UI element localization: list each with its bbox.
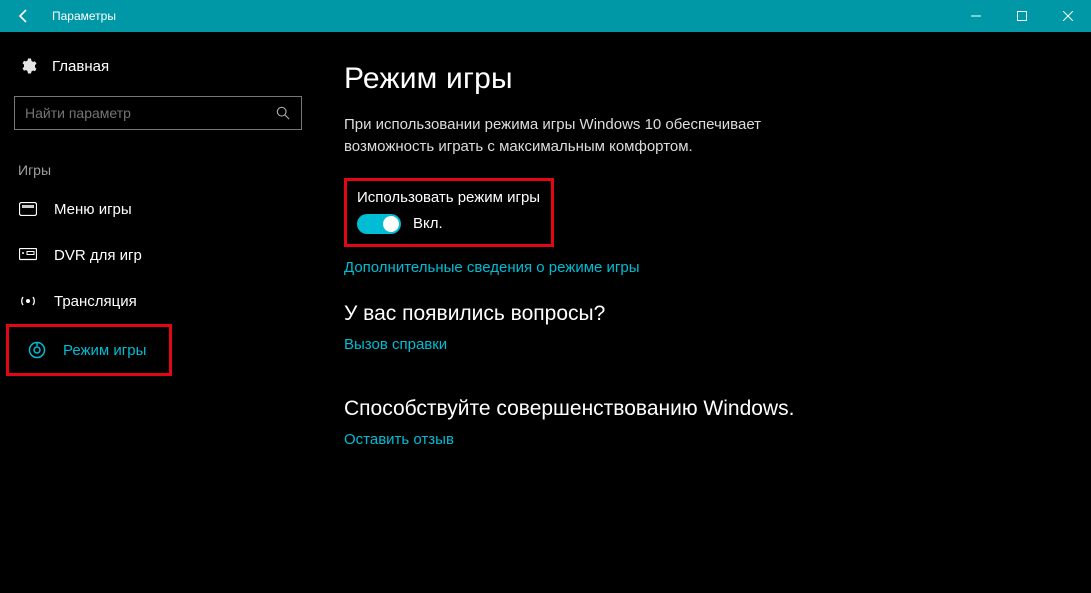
home-link[interactable]: Главная bbox=[0, 56, 320, 90]
arrow-left-icon bbox=[16, 8, 32, 24]
search-input[interactable] bbox=[25, 105, 275, 121]
feedback-heading: Способствуйте совершенствованию Windows. bbox=[344, 397, 1091, 421]
sidebar-item-game-dvr[interactable]: DVR для игр bbox=[0, 232, 320, 278]
close-icon bbox=[1063, 11, 1073, 21]
gear-icon bbox=[18, 56, 38, 76]
learn-more-link[interactable]: Дополнительные сведения о режиме игры bbox=[344, 259, 640, 276]
search-box[interactable] bbox=[14, 96, 302, 130]
maximize-button[interactable] bbox=[999, 0, 1045, 32]
minimize-icon bbox=[971, 11, 981, 21]
game-mode-toggle[interactable] bbox=[357, 214, 401, 234]
back-button[interactable] bbox=[0, 0, 48, 32]
dvr-icon bbox=[18, 245, 38, 265]
get-help-link[interactable]: Вызов справки bbox=[344, 336, 447, 353]
game-mode-icon bbox=[27, 340, 47, 360]
sidebar-item-label: DVR для игр bbox=[54, 247, 142, 264]
maximize-icon bbox=[1017, 11, 1027, 21]
game-bar-icon bbox=[18, 199, 38, 219]
sidebar: Главная Игры Меню игры DVR для игр bbox=[0, 32, 320, 593]
titlebar: Параметры bbox=[0, 0, 1091, 32]
game-mode-toggle-group: Использовать режим игры Вкл. bbox=[344, 178, 554, 247]
questions-heading: У вас появились вопросы? bbox=[344, 302, 1091, 326]
window-title: Параметры bbox=[48, 9, 953, 23]
minimize-button[interactable] bbox=[953, 0, 999, 32]
broadcast-icon bbox=[18, 291, 38, 311]
sidebar-section-label: Игры bbox=[0, 130, 320, 186]
window-controls bbox=[953, 0, 1091, 32]
page-title: Режим игры bbox=[344, 62, 1091, 96]
toggle-knob bbox=[383, 216, 399, 232]
sidebar-item-game-bar[interactable]: Меню игры bbox=[0, 186, 320, 232]
close-button[interactable] bbox=[1045, 0, 1091, 32]
leave-feedback-link[interactable]: Оставить отзыв bbox=[344, 431, 454, 448]
sidebar-item-broadcasting[interactable]: Трансляция bbox=[0, 278, 320, 324]
search-icon bbox=[275, 105, 291, 121]
page-description: При использовании режима игры Windows 10… bbox=[344, 114, 824, 158]
sidebar-item-label: Меню игры bbox=[54, 201, 132, 218]
sidebar-item-label: Режим игры bbox=[63, 342, 146, 359]
sidebar-item-game-mode[interactable]: Режим игры bbox=[9, 327, 169, 373]
content-area: Режим игры При использовании режима игры… bbox=[320, 32, 1091, 593]
toggle-label: Использовать режим игры bbox=[357, 189, 541, 206]
toggle-state-label: Вкл. bbox=[413, 215, 443, 232]
home-label: Главная bbox=[52, 58, 109, 75]
sidebar-item-label: Трансляция bbox=[54, 293, 137, 310]
